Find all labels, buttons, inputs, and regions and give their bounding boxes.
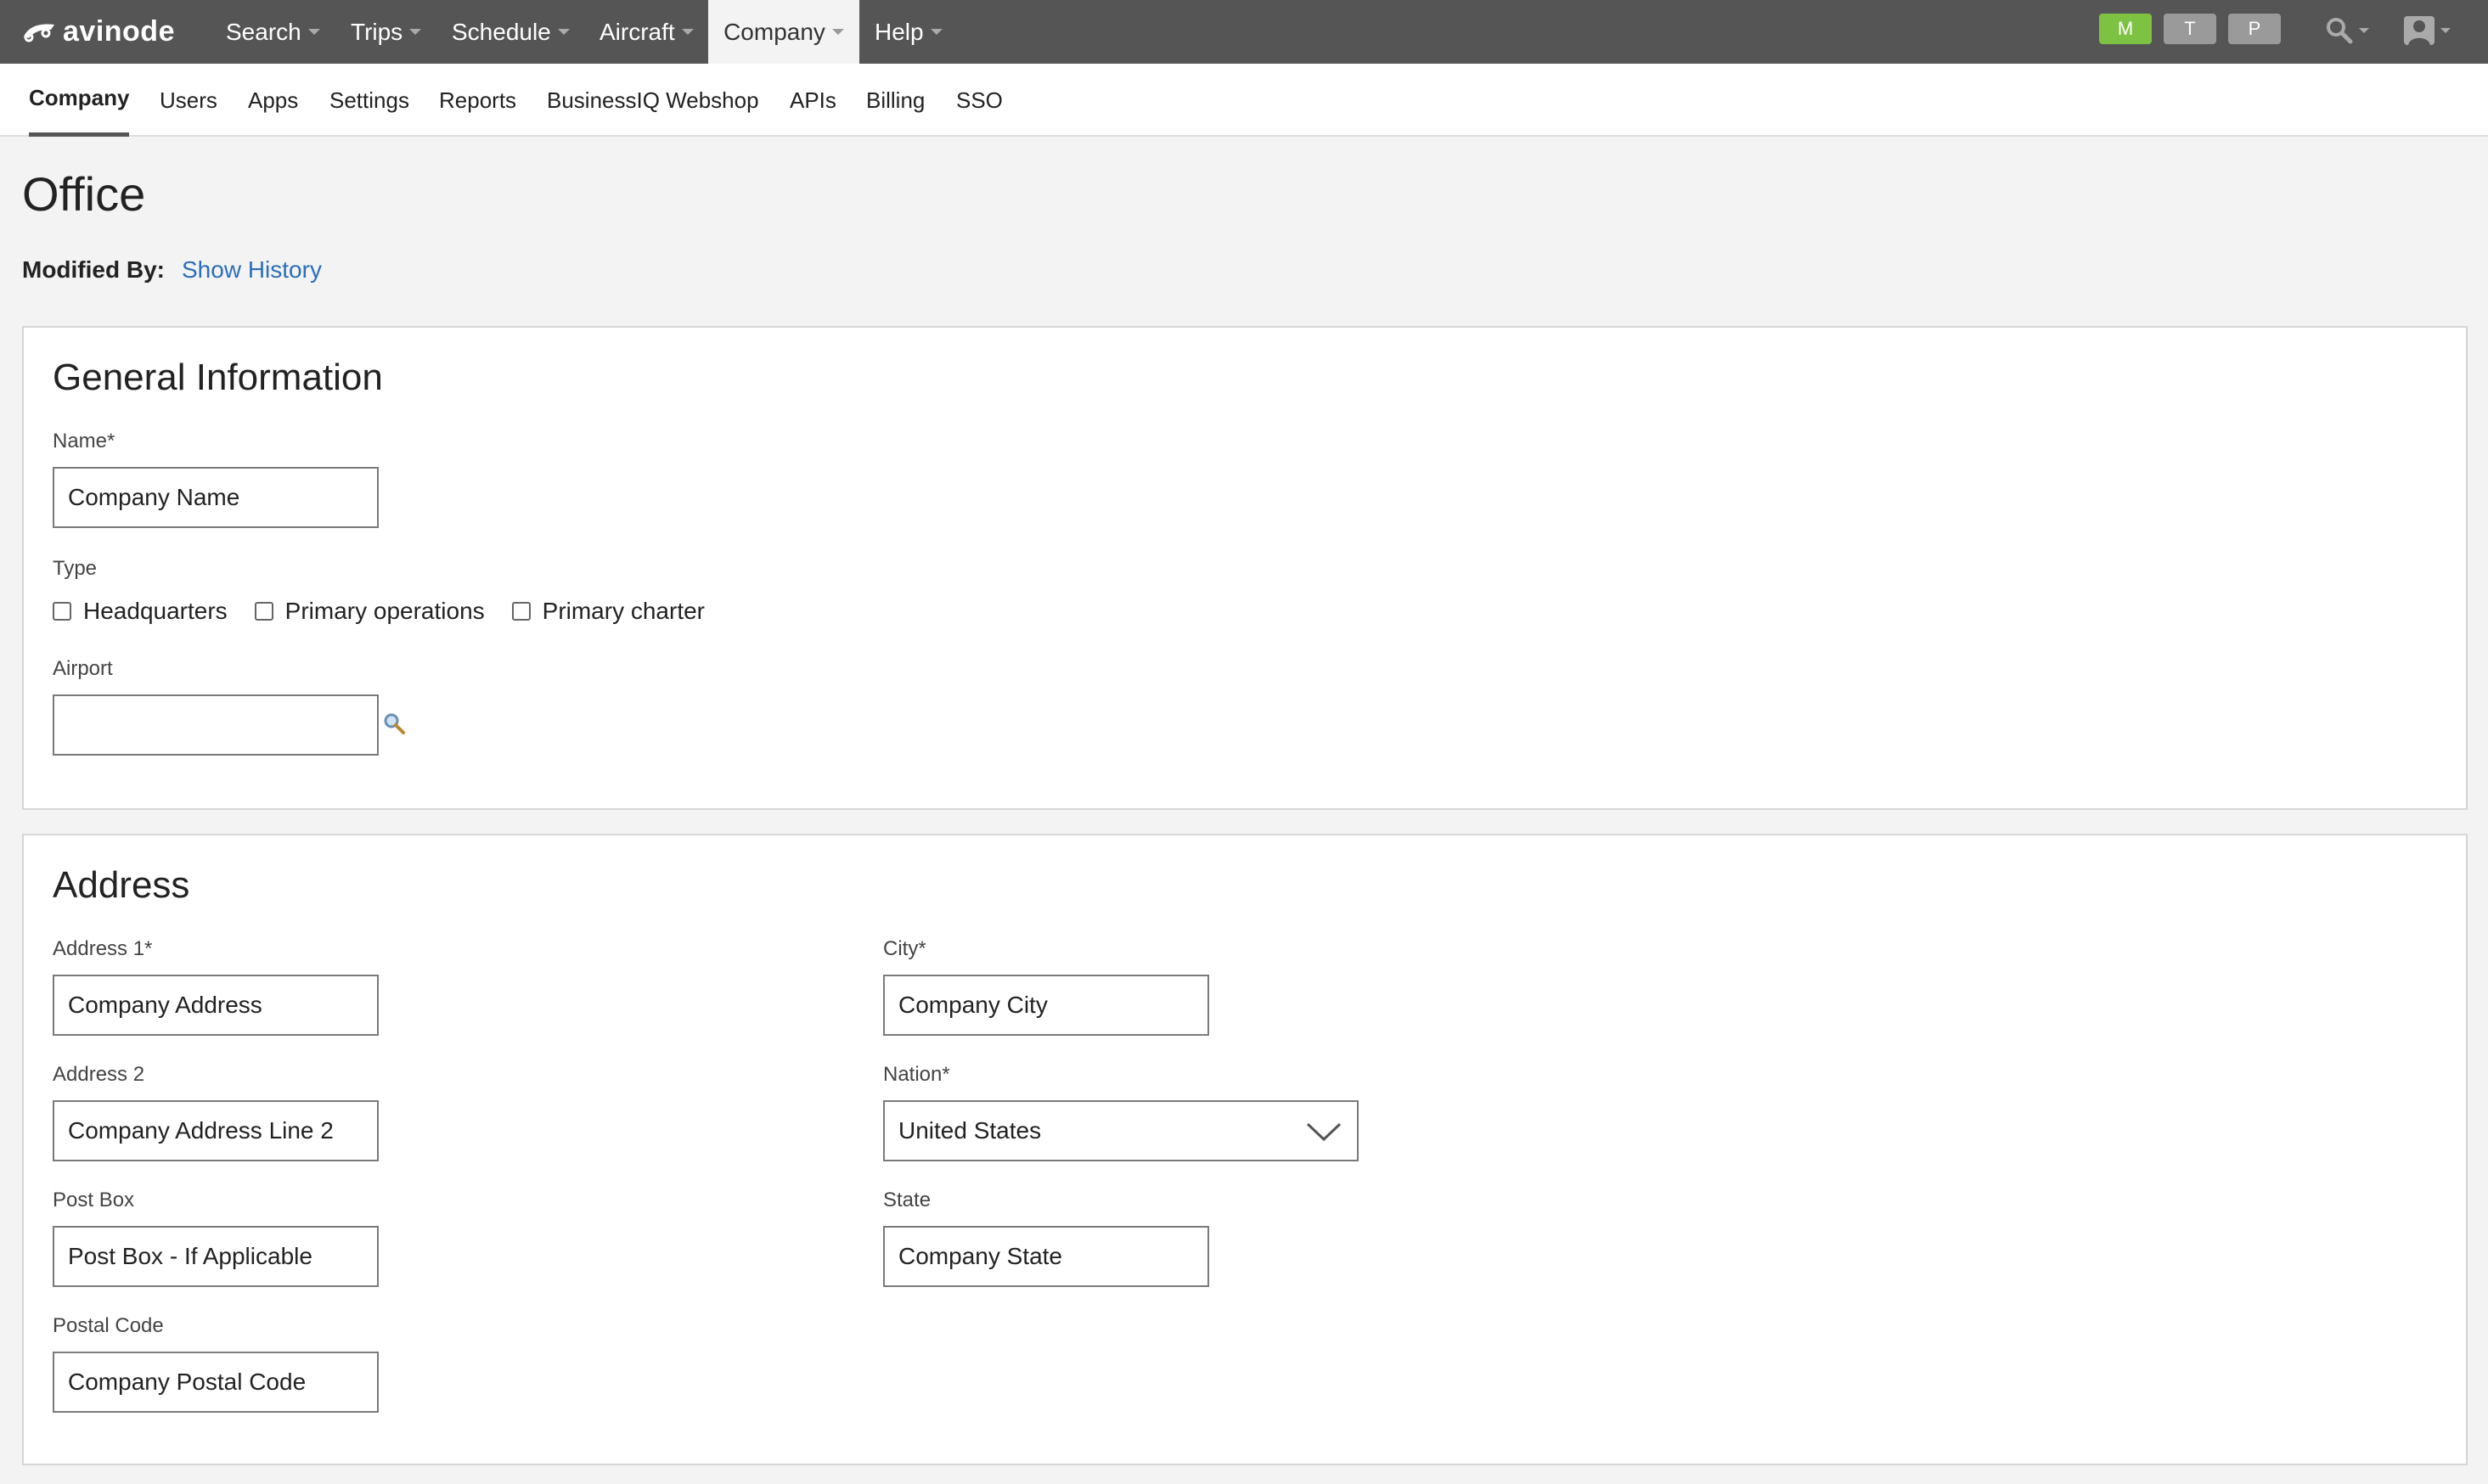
postal-code-input[interactable]: Company Postal Code bbox=[53, 1352, 379, 1413]
nation-label: Nation* bbox=[883, 1063, 950, 1086]
address2-input[interactable]: Company Address Line 2 bbox=[53, 1100, 379, 1161]
tab-company[interactable]: Company bbox=[29, 64, 130, 137]
user-icon bbox=[2404, 16, 2435, 45]
general-information-panel: General Information Name* Company Name T… bbox=[22, 326, 2468, 810]
user-menu-button[interactable] bbox=[2403, 14, 2451, 48]
address1-label: Address 1* bbox=[53, 937, 153, 960]
badge-p[interactable]: P bbox=[2228, 14, 2281, 44]
nav-schedule[interactable]: Schedule bbox=[440, 0, 582, 64]
chevron-down-icon bbox=[2440, 28, 2451, 33]
airport-search-icon[interactable] bbox=[382, 711, 408, 737]
avinode-logo[interactable]: avinode bbox=[20, 12, 175, 51]
company-subnav: Company Users Apps Settings Reports Busi… bbox=[0, 64, 2488, 137]
tab-apps[interactable]: Apps bbox=[248, 64, 298, 137]
nav-search-label: Search bbox=[226, 18, 301, 45]
chevron-down-icon bbox=[557, 29, 570, 35]
tab-apis[interactable]: APIs bbox=[790, 64, 836, 137]
headquarters-option[interactable]: Headquarters bbox=[53, 598, 228, 625]
postbox-label: Post Box bbox=[53, 1189, 135, 1211]
postal-code-input-value: Company Postal Code bbox=[68, 1369, 307, 1395]
badge-m[interactable]: M bbox=[2099, 14, 2152, 44]
nav-aircraft-label: Aircraft bbox=[599, 18, 675, 45]
chevron-down-icon bbox=[831, 29, 844, 35]
tab-billing[interactable]: Billing bbox=[866, 64, 925, 137]
primary-charter-checkbox[interactable] bbox=[511, 602, 531, 621]
tab-businessiq-webshop[interactable]: BusinessIQ Webshop bbox=[547, 64, 759, 137]
address2-label: Address 2 bbox=[53, 1063, 145, 1086]
airport-label: Airport bbox=[53, 657, 113, 680]
tab-reports[interactable]: Reports bbox=[439, 64, 516, 137]
address2-input-value: Company Address Line 2 bbox=[68, 1117, 334, 1144]
city-input-value: Company City bbox=[898, 992, 1048, 1018]
postbox-input[interactable]: Post Box - If Applicable bbox=[53, 1226, 379, 1287]
chevron-down-icon bbox=[930, 29, 943, 35]
name-input[interactable]: Company Name bbox=[53, 467, 379, 528]
city-label: City* bbox=[883, 937, 926, 960]
tab-users[interactable]: Users bbox=[160, 64, 217, 137]
nation-select[interactable]: United States bbox=[883, 1100, 1359, 1161]
nav-trips-label: Trips bbox=[351, 18, 403, 45]
address1-input[interactable]: Company Address bbox=[53, 975, 379, 1036]
nav-company-label: Company bbox=[723, 18, 825, 45]
top-navbar: avinode Search Trips Schedule Aircraft C… bbox=[0, 0, 2488, 64]
postal-code-label: Postal Code bbox=[53, 1314, 164, 1337]
primary-charter-option[interactable]: Primary charter bbox=[511, 598, 706, 625]
chevron-down-icon bbox=[681, 29, 694, 35]
nav-aircraft[interactable]: Aircraft bbox=[588, 0, 706, 64]
nav-company[interactable]: Company bbox=[708, 0, 859, 64]
nav-search[interactable]: Search bbox=[214, 0, 332, 64]
nav-help-label: Help bbox=[875, 18, 924, 45]
badge-t[interactable]: T bbox=[2164, 14, 2216, 44]
type-checkboxes: Headquarters Primary operations Primary … bbox=[53, 598, 732, 625]
primary-charter-label: Primary charter bbox=[542, 598, 706, 624]
primary-operations-checkbox[interactable] bbox=[254, 602, 273, 621]
primary-operations-option[interactable]: Primary operations bbox=[254, 598, 485, 625]
state-label: State bbox=[883, 1189, 932, 1211]
show-history-link[interactable]: Show History bbox=[182, 256, 322, 284]
address1-input-value: Company Address bbox=[68, 992, 262, 1018]
type-label: Type bbox=[53, 557, 98, 580]
name-label: Name* bbox=[53, 430, 115, 453]
nation-select-value: United States bbox=[898, 1117, 1042, 1144]
address-title: Address bbox=[53, 864, 190, 906]
primary-operations-label: Primary operations bbox=[284, 598, 485, 624]
headquarters-checkbox[interactable] bbox=[53, 602, 71, 621]
logo-icon bbox=[24, 24, 54, 42]
state-input-value: Company State bbox=[898, 1243, 1062, 1269]
brand-name: avinode bbox=[63, 14, 175, 48]
state-input[interactable]: Company State bbox=[883, 1226, 1209, 1287]
chevron-down-icon bbox=[1306, 1122, 1342, 1142]
tab-settings[interactable]: Settings bbox=[329, 64, 409, 137]
general-information-title: General Information bbox=[53, 357, 383, 398]
city-input[interactable]: Company City bbox=[883, 975, 1209, 1036]
search-icon bbox=[2327, 18, 2353, 44]
modified-by: Modified By: Show History bbox=[22, 256, 322, 284]
global-search-button[interactable] bbox=[2325, 14, 2369, 48]
headquarters-label: Headquarters bbox=[83, 598, 228, 624]
chevron-down-icon bbox=[2359, 28, 2369, 33]
chevron-down-icon bbox=[409, 29, 422, 35]
nav-trips[interactable]: Trips bbox=[339, 0, 433, 64]
nav-schedule-label: Schedule bbox=[452, 18, 551, 45]
modified-by-label: Modified By: bbox=[22, 256, 165, 283]
chevron-down-icon bbox=[307, 29, 320, 35]
name-input-value: Company Name bbox=[68, 484, 240, 510]
nav-help[interactable]: Help bbox=[863, 0, 954, 64]
address-panel: Address Address 1* Company Address Addre… bbox=[22, 834, 2468, 1465]
postbox-input-value: Post Box - If Applicable bbox=[68, 1243, 312, 1269]
tab-sso[interactable]: SSO bbox=[956, 64, 1003, 137]
page-title: Office bbox=[22, 167, 146, 221]
airport-input[interactable] bbox=[53, 694, 379, 756]
